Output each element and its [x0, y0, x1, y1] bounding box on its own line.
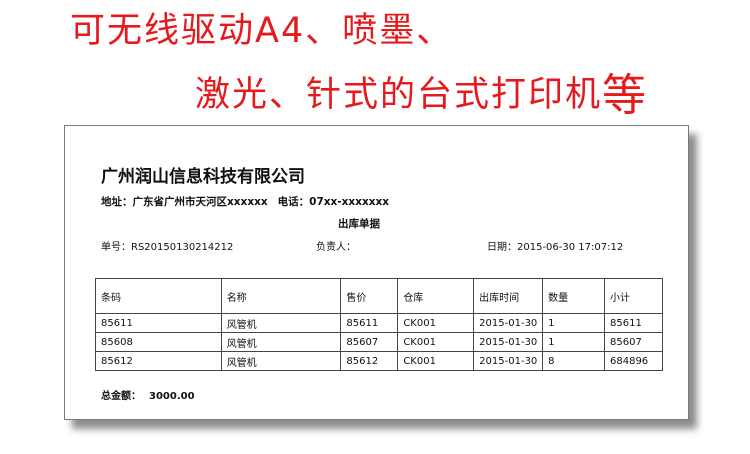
column-header: 数量 [542, 278, 605, 314]
cell-subtotal: 85607 [604, 332, 663, 352]
cell-subtotal: 85611 [604, 313, 663, 333]
cell-barcode: 85608 [95, 332, 222, 352]
cell-warehouse: CK001 [397, 332, 475, 352]
cell-warehouse: CK001 [397, 313, 475, 333]
cell-barcode: 85611 [95, 313, 222, 333]
address-line: 地址：广东省广州市天河区xxxxxx 电话：07xx-xxxxxxx [101, 194, 389, 209]
headline-line-1: 可无线驱动A4、喷墨、 [70, 11, 454, 51]
cell-name: 风管机 [220, 313, 342, 333]
order-number-value: RS20150130214212 [131, 242, 234, 253]
canvas: 可无线驱动A4、喷墨、 激光、针式的台式打印机等 广州润山信息科技有限公司 地址… [0, 0, 750, 454]
cell-price: 85611 [340, 313, 399, 333]
table-header-row: 条码 名称 售价 仓库 出库时间 数量 小计 [95, 278, 663, 314]
total-amount-value: 3000.00 [149, 391, 195, 402]
responsible-person-label: 负责人： [316, 242, 356, 253]
document-date-value: 2015-06-30 17:07:12 [517, 242, 624, 253]
address-label: 地址： [101, 196, 133, 208]
order-number: 单号：RS20150130214212 [101, 238, 233, 253]
document-title: 出库单据 [338, 218, 380, 230]
cell-barcode: 85612 [95, 351, 222, 371]
cell-price: 85607 [340, 332, 399, 352]
headline-line-2: 激光、针式的台式打印机等 [195, 70, 648, 118]
items-table: 条码 名称 售价 仓库 出库时间 数量 小计 85611 风管机 85611 C… [95, 278, 663, 371]
document-date: 日期：2015-06-30 17:07:12 [487, 238, 623, 253]
column-header: 名称 [220, 278, 342, 314]
cell-subtotal: 684896 [604, 351, 663, 371]
column-header: 条码 [95, 278, 222, 314]
address-value: 广东省广州市天河区xxxxxx [132, 196, 268, 208]
cell-quantity: 1 [542, 332, 605, 352]
phone-value: 07xx-xxxxxxx [309, 196, 390, 208]
order-number-label: 单号： [101, 242, 131, 253]
cell-outbound-time: 2015-01-30 [473, 351, 544, 371]
headline-line-2-main: 激光、针式的台式打印机 [195, 75, 603, 115]
column-header: 出库时间 [473, 278, 544, 314]
responsible-person: 负责人： [316, 238, 356, 253]
cell-quantity: 1 [542, 313, 605, 333]
column-header: 小计 [604, 278, 663, 314]
cell-outbound-time: 2015-01-30 [473, 313, 544, 333]
total-amount-label: 总金额： [101, 391, 141, 402]
column-header: 售价 [340, 278, 399, 314]
headline-line-2-emphasis: 等 [602, 70, 649, 121]
column-header: 仓库 [397, 278, 475, 314]
cell-price: 85612 [340, 351, 399, 371]
table-row: 85611 风管机 85611 CK001 2015-01-30 1 85611 [95, 313, 663, 333]
table-row: 85612 风管机 85612 CK001 2015-01-30 8 68489… [95, 351, 663, 371]
printed-receipt: 广州润山信息科技有限公司 地址：广东省广州市天河区xxxxxx 电话：07xx-x… [64, 125, 689, 420]
total-amount: 总金额： 3000.00 [101, 387, 195, 402]
cell-warehouse: CK001 [397, 351, 475, 371]
cell-outbound-time: 2015-01-30 [473, 332, 544, 352]
cell-name: 风管机 [220, 332, 342, 352]
document-date-label: 日期： [487, 242, 517, 253]
cell-quantity: 8 [542, 351, 605, 371]
company-name: 广州润山信息科技有限公司 [101, 167, 305, 187]
table-row: 85608 风管机 85607 CK001 2015-01-30 1 85607 [95, 332, 663, 352]
phone-label: 电话： [277, 196, 310, 208]
cell-name: 风管机 [220, 351, 342, 371]
